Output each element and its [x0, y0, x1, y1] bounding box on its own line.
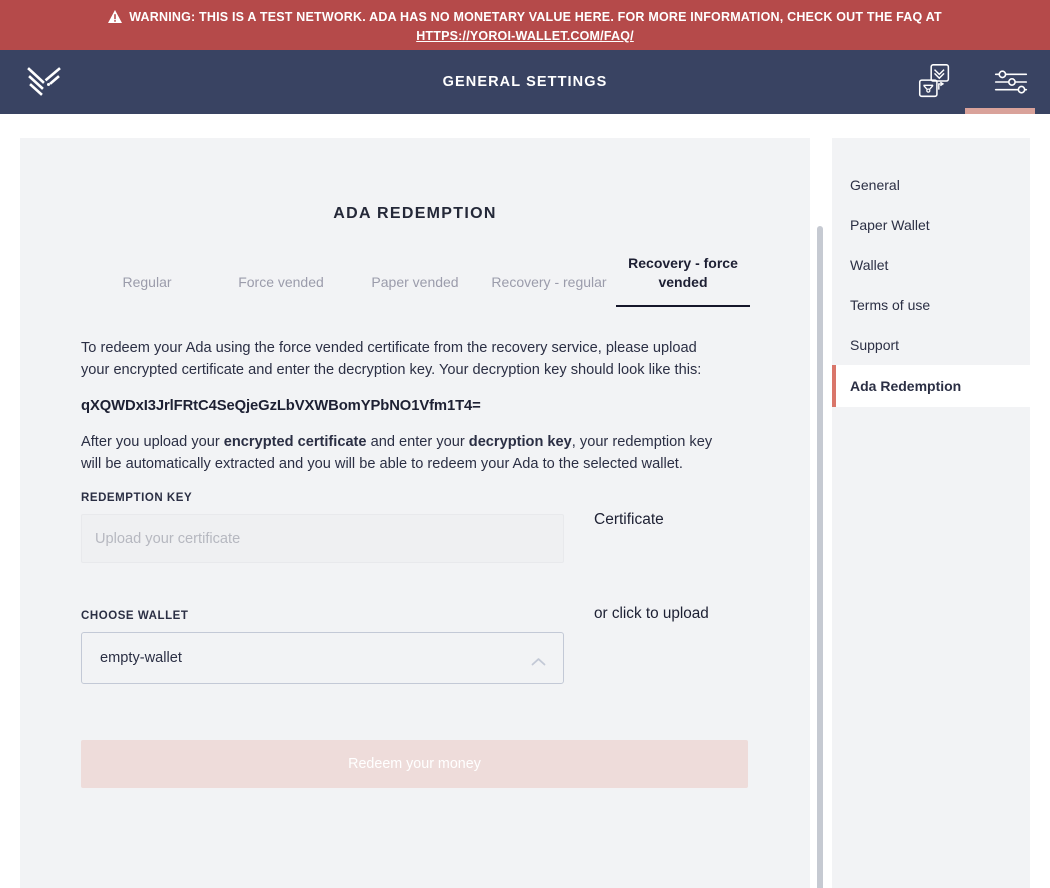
tab-paper-vended[interactable]: Paper vended	[348, 273, 482, 307]
dropzone-subtitle: or click to upload	[594, 605, 709, 622]
p2-bold-decryption-key: decryption key	[468, 434, 572, 450]
chevron-up-icon[interactable]	[531, 654, 546, 666]
sidebar-item-terms-of-use[interactable]: Terms of use	[832, 285, 1030, 325]
sidebar-item-general[interactable]: General	[832, 165, 1030, 205]
choose-wallet-value[interactable]: empty-wallet	[81, 632, 564, 684]
warning-text-row: WARNING: THIS IS A TEST NETWORK. ADA HAS…	[108, 9, 942, 25]
ada-redemption-panel: ADA REDEMPTION Regular Force vended Pape…	[20, 138, 810, 888]
settings-sliders-icon[interactable]	[990, 61, 1032, 103]
settings-sidebar: General Paper Wallet Wallet Terms of use…	[832, 138, 1030, 888]
submit-row: Redeem your money	[20, 740, 810, 788]
p2-part-1: After you upload your	[81, 434, 224, 450]
warning-triangle-icon	[108, 9, 123, 23]
redemption-type-tabs: Regular Force vended Paper vended Recove…	[20, 254, 810, 307]
warning-message: WARNING: THIS IS A TEST NETWORK. ADA HAS…	[129, 9, 942, 24]
page-body: ADA REDEMPTION Regular Force vended Pape…	[0, 114, 1050, 888]
form-fields-column: REDEMPTION KEY CHOOSE WALLET empty-walle…	[81, 492, 564, 684]
field-spacer	[81, 563, 564, 610]
sidebar-item-support[interactable]: Support	[832, 325, 1030, 365]
instructions: To redeem your Ada using the force vende…	[20, 337, 810, 475]
redemption-key-input[interactable]	[81, 514, 564, 563]
decryption-key-example: qXQWDxI3JrlFRtC4SeQjeGzLbVXWBomYPbNO1Vfm…	[81, 398, 481, 414]
header-actions	[914, 50, 1032, 114]
tab-recovery-force-vended[interactable]: Recovery - force vended	[616, 254, 750, 307]
redemption-form: REDEMPTION KEY CHOOSE WALLET empty-walle…	[20, 492, 810, 684]
app-header: GENERAL SETTINGS	[0, 50, 1050, 114]
choose-wallet-label: CHOOSE WALLET	[81, 610, 189, 622]
section-title: ADA REDEMPTION	[333, 205, 497, 222]
sidebar-item-ada-redemption[interactable]: Ada Redemption	[832, 365, 1030, 407]
content-scrollbar[interactable]	[817, 226, 823, 888]
tab-force-vended[interactable]: Force vended	[214, 273, 348, 307]
tab-recovery-regular[interactable]: Recovery - regular	[482, 273, 616, 307]
redemption-key-label: REDEMPTION KEY	[81, 492, 193, 504]
wallet-transfer-icon[interactable]	[914, 61, 956, 103]
certificate-dropzone[interactable]: Certificate or click to upload	[594, 492, 780, 684]
instructions-paragraph-1: To redeem your Ada using the force vende…	[81, 340, 702, 378]
p2-part-2: and enter your	[366, 434, 469, 450]
dropzone-title: Certificate	[594, 511, 664, 528]
sidebar-item-wallet[interactable]: Wallet	[832, 245, 1030, 285]
p2-bold-encrypted-certificate: encrypted certificate	[223, 434, 367, 450]
faq-link[interactable]: HTTPS://YOROI-WALLET.COM/FAQ/	[416, 28, 634, 44]
tab-regular[interactable]: Regular	[80, 273, 214, 307]
sidebar-item-paper-wallet[interactable]: Paper Wallet	[832, 205, 1030, 245]
page-title: GENERAL SETTINGS	[442, 74, 608, 90]
choose-wallet-select[interactable]: empty-wallet	[81, 632, 564, 684]
redeem-money-button[interactable]: Redeem your money	[81, 740, 748, 788]
instructions-paragraph-2: After you upload your encrypted certific…	[81, 431, 721, 475]
test-network-warning-banner: WARNING: THIS IS A TEST NETWORK. ADA HAS…	[0, 0, 1050, 50]
